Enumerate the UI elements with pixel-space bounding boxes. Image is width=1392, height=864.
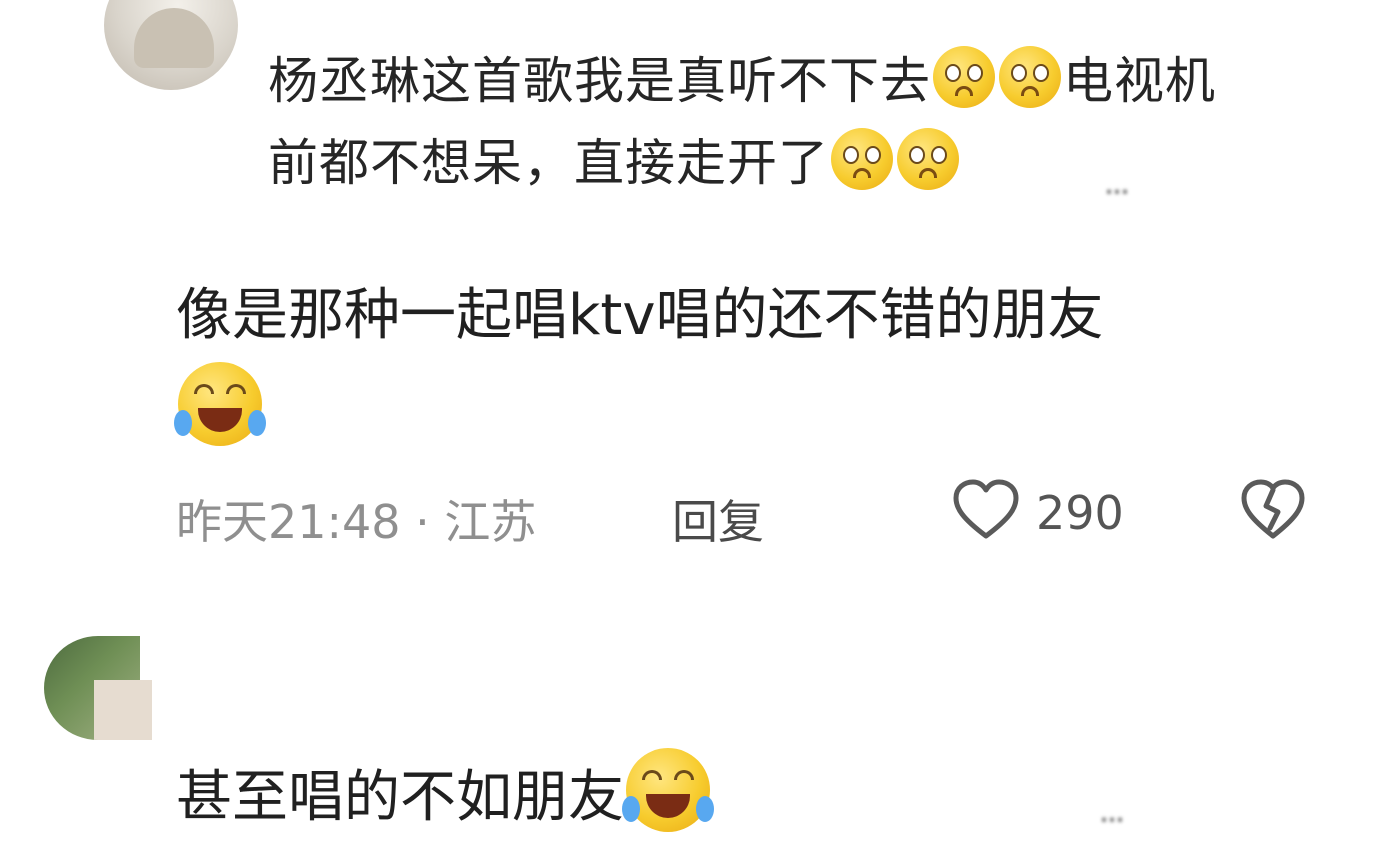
second-comment-body: 甚至唱的不如朋友 (176, 765, 624, 830)
broken-heart-icon (1240, 478, 1306, 542)
dislike-button[interactable] (1240, 478, 1306, 542)
user-tag-blurred: … (1105, 172, 1131, 200)
pleading-face-icon (831, 128, 893, 190)
reply-button[interactable]: 回复 (672, 486, 764, 552)
second-comment-text: 甚至唱的不如朋友 (176, 748, 876, 838)
laughing-tears-icon (622, 748, 714, 832)
pleading-face-icon (933, 46, 995, 108)
avatar[interactable] (44, 636, 152, 740)
laughing-tears-icon (174, 362, 266, 446)
user-tag-blurred: … (1100, 800, 1126, 828)
like-count: 290 (1036, 486, 1124, 540)
reply-comment-text: 像是那种一起唱ktv唱的还不错的朋友 (176, 283, 1104, 348)
like-button[interactable] (952, 478, 1020, 542)
pleading-face-icon (999, 46, 1061, 108)
heart-outline-icon (952, 478, 1020, 542)
pleading-face-icon (897, 128, 959, 190)
avatar-image-panel (94, 680, 152, 740)
timestamp-location: 昨天21:48 · 江苏 (176, 495, 537, 549)
comment-line-1-suffix: 电视机 (1063, 52, 1216, 110)
comment-line-1: 杨丞琳这首歌我是真听不下去 (268, 52, 931, 110)
comment-line-2: 前都不想呆，直接走开了 (268, 134, 829, 192)
avatar[interactable] (104, 0, 238, 90)
avatar-mask (140, 636, 152, 680)
comment-text-line2: 前都不想呆，直接走开了 (268, 124, 1168, 202)
comment-text: 杨丞琳这首歌我是真听不下去 电视机 (268, 42, 1368, 120)
avatar-figure (134, 8, 214, 68)
